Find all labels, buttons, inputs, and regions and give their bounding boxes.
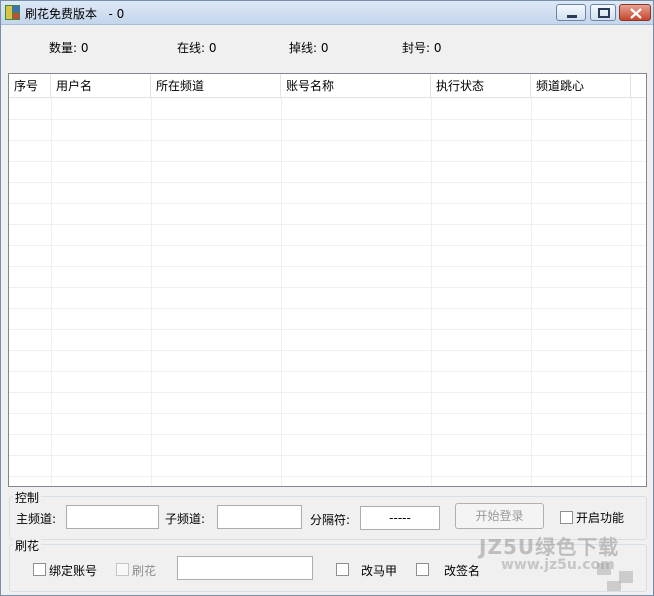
separator-input[interactable] [360, 506, 440, 530]
table-column-line [151, 98, 152, 486]
stat-count: 数量: 0 [49, 41, 89, 55]
table-row-line [9, 224, 646, 225]
table-header: 序号 用户名 所在频道 账号名称 执行状态 频道跳心 [9, 74, 646, 98]
stat-online: 在线: 0 [177, 41, 217, 55]
main-window: 刷花免费版本 - 0 数量: 0 在线: 0 掉线: 0 封号: 0 序号 用户… [0, 0, 654, 596]
main-channel-input[interactable] [66, 505, 159, 529]
change-vest-label[interactable]: 改马甲 [361, 562, 397, 579]
table-row-line [9, 182, 646, 183]
watermark-block [607, 581, 621, 591]
title-bar[interactable]: 刷花免费版本 - 0 [1, 1, 653, 25]
stat-offline: 掉线: 0 [289, 41, 329, 55]
table-row-line [9, 455, 646, 456]
separator-label: 分隔符: [310, 513, 351, 527]
main-channel-label: 主频道: [16, 512, 57, 526]
watermark-block [597, 563, 611, 575]
enable-function-label[interactable]: 开启功能 [576, 509, 624, 526]
watermark-block [619, 571, 633, 583]
table-row-line [9, 350, 646, 351]
table-row-line [9, 308, 646, 309]
column-header-heartbeat[interactable]: 频道跳心 [531, 74, 631, 98]
close-button[interactable] [619, 4, 651, 21]
minimize-icon [567, 15, 577, 18]
close-icon [630, 8, 642, 19]
table-row-line [9, 203, 646, 204]
table-row-line [9, 119, 646, 120]
table-row-line [9, 371, 646, 372]
table-column-line [51, 98, 52, 486]
minimize-button[interactable] [556, 4, 586, 21]
table-row-line [9, 245, 646, 246]
account-table[interactable]: 序号 用户名 所在频道 账号名称 执行状态 频道跳心 [8, 73, 647, 487]
table-row-line [9, 287, 646, 288]
control-group-title: 控制 [13, 489, 42, 506]
stat-banned: 封号: 0 [402, 41, 442, 55]
column-header-channel[interactable]: 所在频道 [151, 74, 281, 98]
change-vest-checkbox[interactable] [336, 563, 349, 576]
table-row-line [9, 266, 646, 267]
table-column-line [281, 98, 282, 486]
table-row-line [9, 161, 646, 162]
table-column-line [531, 98, 532, 486]
flower-group-title: 刷花 [13, 537, 42, 554]
sub-channel-label: 子频道: [165, 512, 206, 526]
column-header-status[interactable]: 执行状态 [431, 74, 531, 98]
app-icon [5, 5, 20, 20]
column-header-index[interactable]: 序号 [9, 74, 51, 98]
table-row-line [9, 140, 646, 141]
watermark-text: JZ5U绿色下载 [479, 535, 620, 559]
enable-function-checkbox[interactable] [560, 511, 573, 524]
bind-account-label[interactable]: 绑定账号 [49, 562, 97, 579]
maximize-icon [598, 8, 610, 18]
table-row-line [9, 434, 646, 435]
bind-account-checkbox[interactable] [33, 563, 46, 576]
maximize-button[interactable] [590, 4, 616, 21]
window-title: 刷花免费版本 - 0 [25, 7, 125, 21]
change-signature-label[interactable]: 改签名 [444, 562, 480, 579]
flower-input[interactable] [177, 556, 313, 580]
sub-channel-input[interactable] [217, 505, 302, 529]
flower-checkbox[interactable] [116, 563, 129, 576]
table-row-line [9, 329, 646, 330]
table-column-line [631, 98, 632, 486]
start-login-button[interactable]: 开始登录 [455, 503, 544, 529]
column-header-username[interactable]: 用户名 [51, 74, 151, 98]
table-row-line [9, 413, 646, 414]
column-header-account-name[interactable]: 账号名称 [281, 74, 431, 98]
table-column-line [431, 98, 432, 486]
change-signature-checkbox[interactable] [416, 563, 429, 576]
table-row-line [9, 476, 646, 477]
table-row-line [9, 392, 646, 393]
flower-label[interactable]: 刷花 [132, 562, 156, 579]
